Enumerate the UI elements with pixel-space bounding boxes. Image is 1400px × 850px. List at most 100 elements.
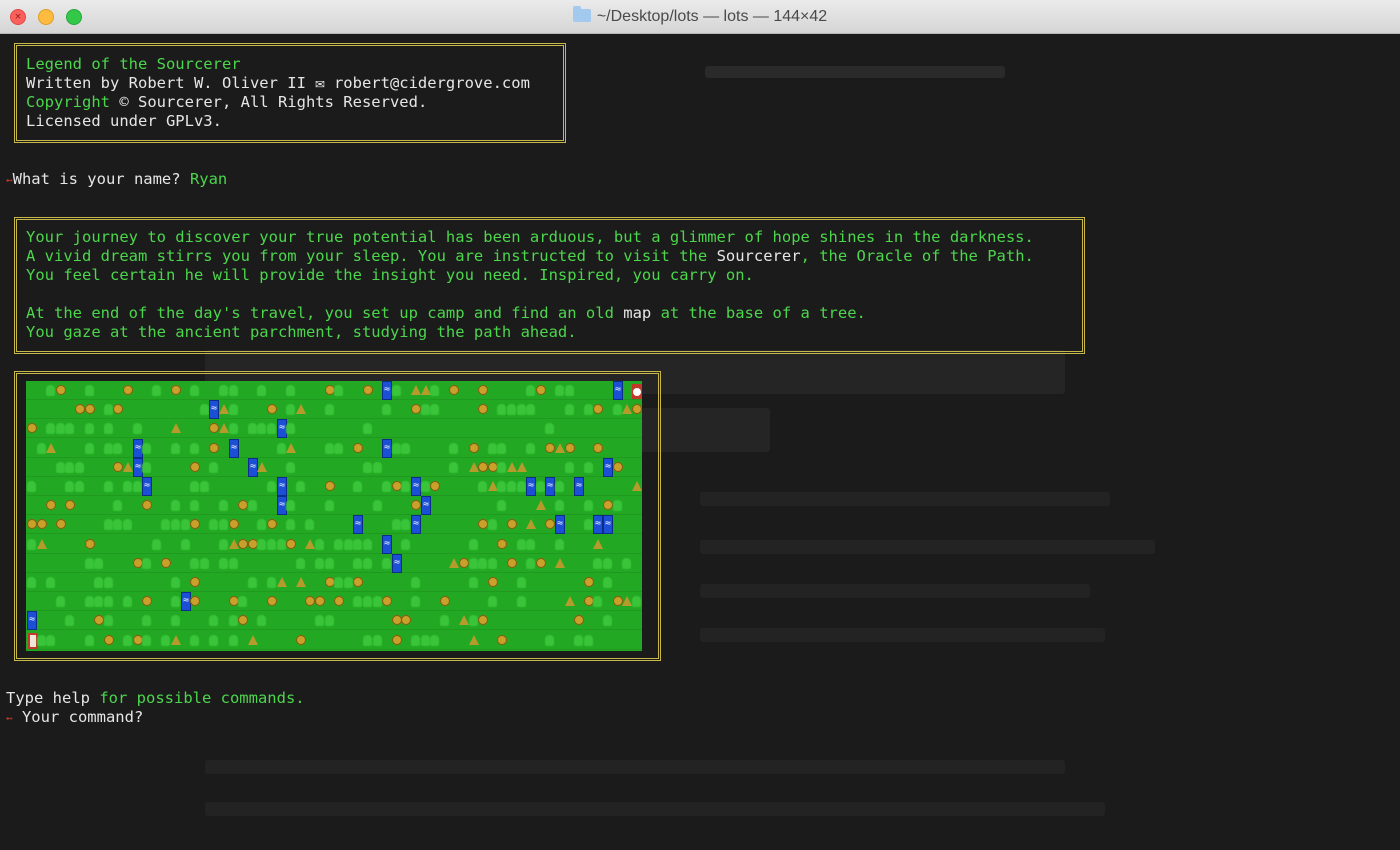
- map-row-divider: [26, 437, 642, 438]
- tree-icon: [133, 423, 142, 434]
- tree-icon: [286, 500, 295, 511]
- tree-icon: [171, 443, 180, 454]
- villager-icon: [190, 577, 200, 587]
- story-line-2-a: A vivid dream stirrs you from your sleep…: [26, 247, 717, 265]
- tree-icon: [104, 481, 113, 492]
- tree-icon: [152, 385, 161, 396]
- tree-icon: [305, 519, 314, 530]
- tree-icon: [190, 481, 199, 492]
- tree-icon: [632, 596, 641, 607]
- tree-icon: [65, 615, 74, 626]
- tree-icon: [526, 558, 535, 569]
- tree-icon: [248, 500, 257, 511]
- villager-icon: [238, 500, 248, 510]
- villager-icon: [449, 385, 459, 395]
- mountain-icon: [622, 404, 632, 414]
- tree-icon: [517, 577, 526, 588]
- tree-icon: [229, 615, 238, 626]
- villager-icon: [507, 519, 517, 529]
- tree-icon: [545, 635, 554, 646]
- tree-icon: [526, 404, 535, 415]
- tree-icon: [56, 423, 65, 434]
- tree-icon: [430, 404, 439, 415]
- terminal-window: × ~/Desktop/lots — lots — 144×42 Legend …: [0, 0, 1400, 850]
- water-icon: [593, 515, 603, 534]
- villager-icon: [363, 385, 373, 395]
- folder-icon: [572, 6, 591, 22]
- tree-icon: [373, 500, 382, 511]
- villager-icon: [65, 500, 75, 510]
- tree-icon: [565, 404, 574, 415]
- tree-icon: [334, 443, 343, 454]
- villager-icon: [334, 596, 344, 606]
- tree-icon: [171, 577, 180, 588]
- villager-icon: [238, 615, 248, 625]
- tree-icon: [517, 481, 526, 492]
- tree-icon: [65, 462, 74, 473]
- tree-icon: [286, 385, 295, 396]
- tree-icon: [209, 615, 218, 626]
- villager-icon: [267, 596, 277, 606]
- villager-icon: [37, 519, 47, 529]
- mountain-icon: [296, 404, 306, 414]
- name-question: What is your name?: [12, 170, 190, 188]
- villager-icon: [296, 635, 306, 645]
- map-row-divider: [26, 457, 642, 458]
- tree-icon: [584, 519, 593, 530]
- tree-icon: [315, 539, 324, 550]
- villager-icon: [325, 481, 335, 491]
- villager-icon: [440, 596, 450, 606]
- tree-icon: [46, 423, 55, 434]
- tree-icon: [603, 615, 612, 626]
- mountain-icon: [305, 539, 315, 549]
- tree-icon: [238, 596, 247, 607]
- tree-icon: [133, 481, 142, 492]
- villager-icon: [478, 385, 488, 395]
- water-icon: [382, 381, 392, 400]
- mountain-icon: [257, 462, 267, 472]
- tree-icon: [392, 443, 401, 454]
- villager-icon: [238, 539, 248, 549]
- tree-icon: [37, 443, 46, 454]
- command-prompt[interactable]: ➻ Your command?: [6, 708, 143, 727]
- tree-icon: [248, 577, 257, 588]
- help-line: Type help for possible commands.: [6, 689, 305, 708]
- tree-icon: [497, 404, 506, 415]
- map-row-divider: [26, 553, 642, 554]
- mountain-icon: [171, 635, 181, 645]
- villager-icon: [85, 539, 95, 549]
- villager-icon: [190, 519, 200, 529]
- villager-icon: [75, 404, 85, 414]
- tree-icon: [353, 558, 362, 569]
- tree-icon: [27, 577, 36, 588]
- tree-icon: [353, 596, 362, 607]
- villager-icon: [459, 558, 469, 568]
- sourcerer-word: Sourcerer: [716, 247, 801, 265]
- tree-icon: [209, 635, 218, 646]
- tree-icon: [229, 558, 238, 569]
- water-icon: [229, 439, 239, 458]
- mountain-icon: [632, 481, 642, 491]
- mountain-icon: [277, 577, 287, 587]
- world-map: [26, 381, 642, 651]
- story-line-4-c: at the base of a tree.: [651, 304, 866, 322]
- terminal-content[interactable]: Legend of the Sourcerer Written by Rober…: [0, 34, 1400, 850]
- tree-icon: [229, 385, 238, 396]
- tree-icon: [392, 519, 401, 530]
- villager-icon: [27, 423, 37, 433]
- tree-icon: [526, 539, 535, 550]
- villager-icon: [411, 404, 421, 414]
- villager-icon: [603, 500, 613, 510]
- tree-icon: [161, 635, 170, 646]
- tree-icon: [363, 558, 372, 569]
- tree-icon: [142, 443, 151, 454]
- tree-icon: [536, 481, 545, 492]
- map-row-divider: [26, 572, 642, 573]
- name-prompt: ➻What is your name? Ryan: [6, 170, 227, 189]
- tree-icon: [104, 615, 113, 626]
- tree-icon: [488, 596, 497, 607]
- tree-icon: [373, 596, 382, 607]
- tree-icon: [229, 404, 238, 415]
- tree-icon: [555, 500, 564, 511]
- tree-icon: [267, 539, 276, 550]
